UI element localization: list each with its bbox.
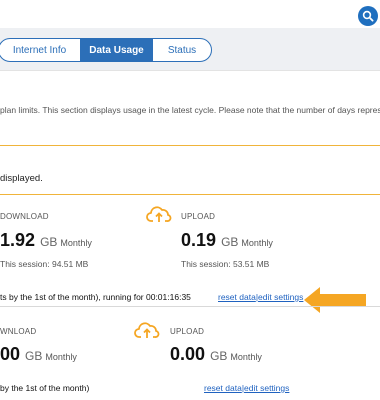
search-button[interactable] — [358, 6, 378, 26]
usage-actions: reset data|edit settings — [218, 292, 303, 302]
download-unit: GB — [40, 235, 58, 249]
upload-label-secondary: UPLOAD — [170, 327, 205, 336]
edit-settings-link[interactable]: edit settings — [244, 383, 289, 393]
upload-amount-secondary: 0.00 GB Monthly — [170, 344, 262, 365]
reset-data-link[interactable]: reset data — [204, 383, 242, 393]
download-session: This session: 94.51 MB — [0, 259, 89, 269]
download-value-secondary: 00 — [0, 344, 21, 364]
download-period: Monthly — [60, 238, 92, 248]
upload-value-secondary: 0.00 — [170, 344, 206, 364]
upload-session: This session: 53.51 MB — [181, 259, 270, 269]
cycle-text-secondary: by the 1st of the month) — [0, 383, 90, 393]
section-rule — [0, 194, 380, 195]
tab-data-usage[interactable]: Data Usage — [81, 39, 153, 61]
divider — [0, 70, 380, 71]
cycle-text: ts by the 1st of the month), running for… — [0, 292, 191, 302]
tab-status[interactable]: Status — [153, 39, 211, 61]
upload-label: UPLOAD — [181, 212, 216, 221]
notice-text: displayed. — [0, 173, 43, 184]
search-icon — [362, 10, 374, 22]
upload-cloud-icon — [146, 206, 172, 222]
upload-cloud-icon — [134, 322, 160, 338]
upload-value: 0.19 — [181, 230, 217, 250]
divider — [0, 306, 380, 307]
upload-unit: GB — [221, 235, 239, 249]
download-label-secondary: WNLOAD — [0, 327, 37, 336]
upload-unit-secondary: GB — [210, 349, 228, 363]
download-amount-secondary: 00 GB Monthly — [0, 344, 77, 365]
section-rule — [0, 145, 380, 146]
download-amount: 1.92 GB Monthly — [0, 230, 92, 251]
tab-internet-info[interactable]: Internet Info — [0, 39, 81, 61]
reset-data-link[interactable]: reset data — [218, 292, 256, 302]
tab-bar: Internet Info Data Usage Status — [0, 38, 212, 62]
upload-amount: 0.19 GB Monthly — [181, 230, 273, 251]
upload-period-secondary: Monthly — [230, 352, 262, 362]
edit-settings-link[interactable]: edit settings — [258, 292, 303, 302]
top-bar — [0, 0, 380, 28]
usage-actions-secondary: reset data|edit settings — [204, 383, 289, 393]
download-period-secondary: Monthly — [45, 352, 77, 362]
intro-text: plan limits. This section displays usage… — [0, 105, 380, 115]
highlight-arrow-icon — [304, 287, 366, 313]
download-label: DOWNLOAD — [0, 212, 49, 221]
download-value: 1.92 — [0, 230, 36, 250]
download-unit-secondary: GB — [25, 349, 43, 363]
upload-period: Monthly — [241, 238, 273, 248]
